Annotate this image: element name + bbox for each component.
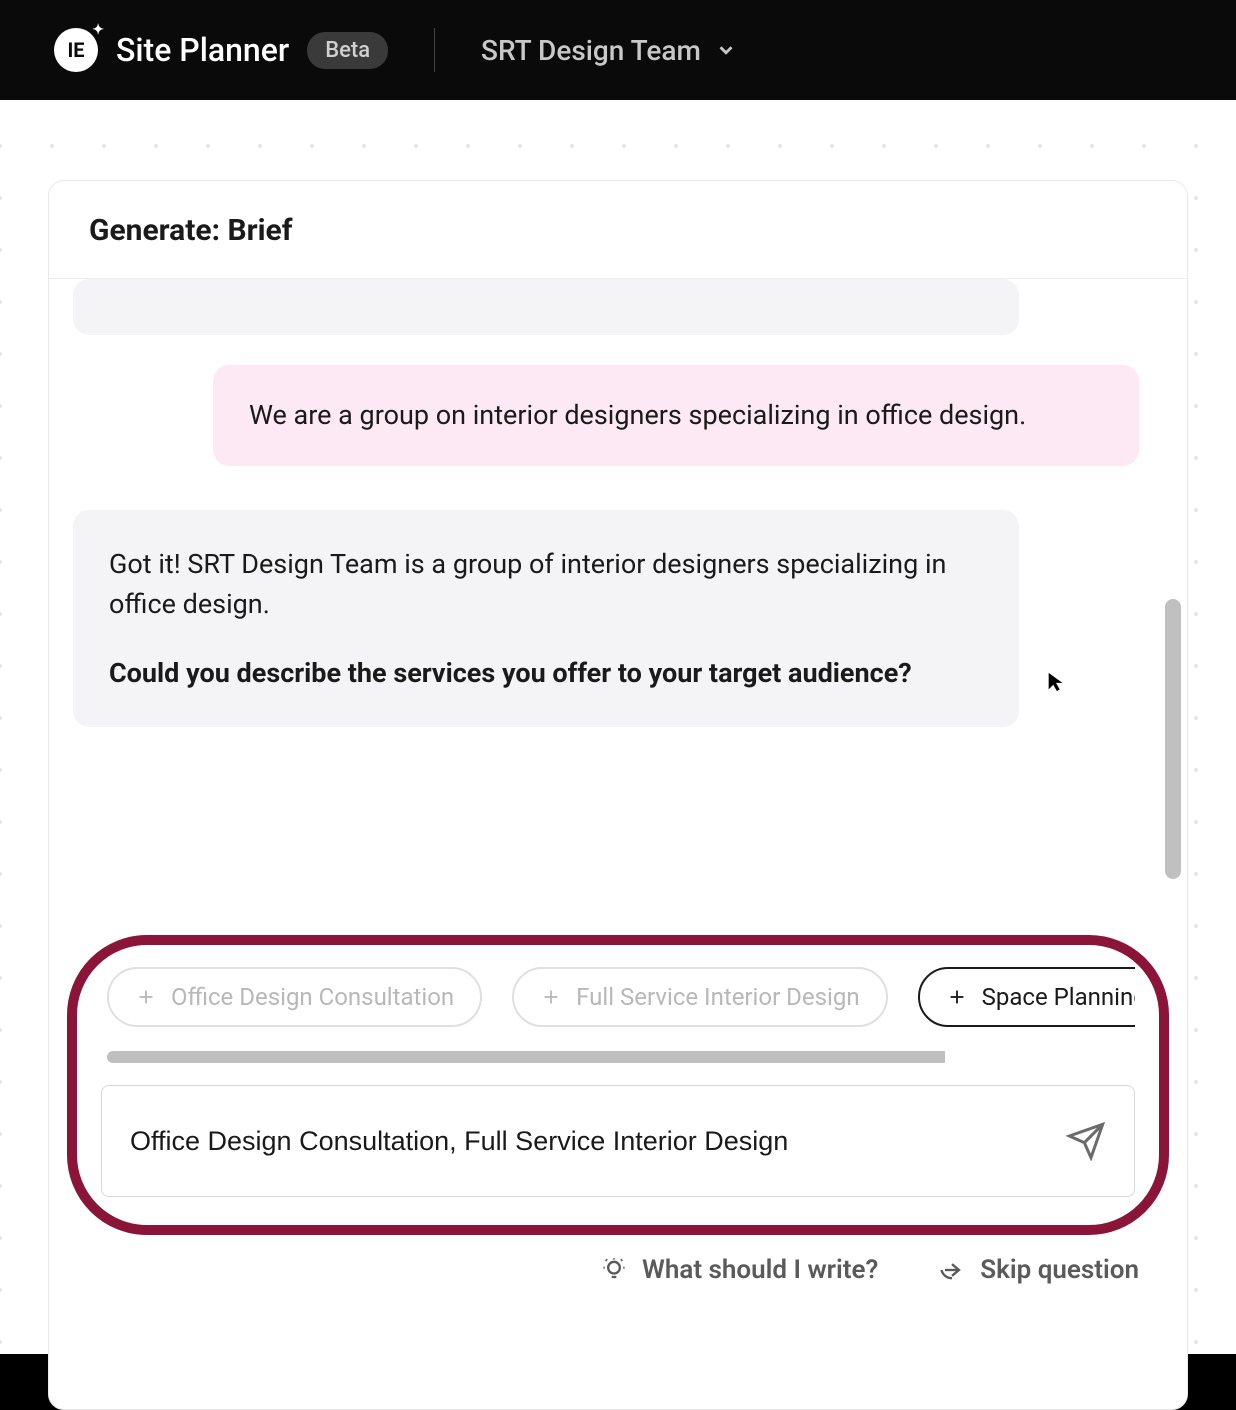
skip-label: Skip question — [980, 1255, 1139, 1285]
chip-space-planning[interactable]: Space Planning — [918, 967, 1135, 1027]
team-selector[interactable]: SRT Design Team — [481, 34, 737, 67]
chip-office-design-consultation[interactable]: Office Design Consultation — [107, 967, 482, 1027]
app-header: IE ✦ Site Planner Beta SRT Design Team — [0, 0, 1236, 100]
hint-button[interactable]: What should I write? — [600, 1255, 878, 1285]
suggestion-chips-row[interactable]: Office Design Consultation Full Service … — [101, 967, 1135, 1027]
lightbulb-icon — [600, 1256, 628, 1284]
plus-icon — [135, 986, 157, 1008]
chip-label: Office Design Consultation — [171, 983, 454, 1011]
bot-message-question: Could you describe the services you offe… — [109, 653, 983, 694]
chat-scrollbar-thumb[interactable] — [1165, 599, 1181, 879]
beta-badge: Beta — [307, 32, 388, 69]
sparkle-icon: ✦ — [92, 22, 104, 38]
chat-scrollbar[interactable] — [1165, 279, 1181, 919]
header-divider — [434, 28, 435, 72]
chip-label: Full Service Interior Design — [576, 983, 859, 1011]
chips-scrollbar[interactable] — [107, 1051, 1129, 1063]
plus-icon — [946, 986, 968, 1008]
chevron-down-icon — [715, 39, 737, 61]
card-header: Generate: Brief — [49, 181, 1187, 279]
elementor-logo-icon: IE ✦ — [54, 28, 98, 72]
footer-links: What should I write? Skip question — [49, 1235, 1187, 1285]
chip-label: Space Planning — [982, 983, 1135, 1011]
chat-input-field[interactable] — [130, 1126, 1066, 1157]
card-title: Generate: Brief — [89, 213, 1147, 248]
cursor-icon — [1045, 671, 1067, 693]
plus-icon — [540, 986, 562, 1008]
hint-label: What should I write? — [642, 1255, 878, 1285]
generate-brief-card: Generate: Brief We are a group on interi… — [48, 180, 1188, 1410]
bot-message-partial — [73, 279, 1019, 335]
skip-arrow-icon — [938, 1256, 966, 1284]
chip-full-service-interior-design[interactable]: Full Service Interior Design — [512, 967, 887, 1027]
chat-input[interactable] — [101, 1085, 1135, 1197]
send-icon[interactable] — [1066, 1121, 1106, 1161]
chat-area: We are a group on interior designers spe… — [49, 279, 1187, 919]
canvas: Generate: Brief We are a group on interi… — [0, 100, 1236, 1354]
skip-button[interactable]: Skip question — [938, 1255, 1139, 1285]
app-title: Site Planner — [116, 31, 289, 69]
user-message: We are a group on interior designers spe… — [213, 365, 1139, 466]
highlighted-input-section: Office Design Consultation Full Service … — [67, 935, 1169, 1235]
bot-message-summary: Got it! SRT Design Team is a group of in… — [109, 544, 983, 625]
team-name: SRT Design Team — [481, 34, 701, 67]
user-message-text: We are a group on interior designers spe… — [249, 395, 1103, 436]
bot-message: Got it! SRT Design Team is a group of in… — [73, 510, 1019, 728]
